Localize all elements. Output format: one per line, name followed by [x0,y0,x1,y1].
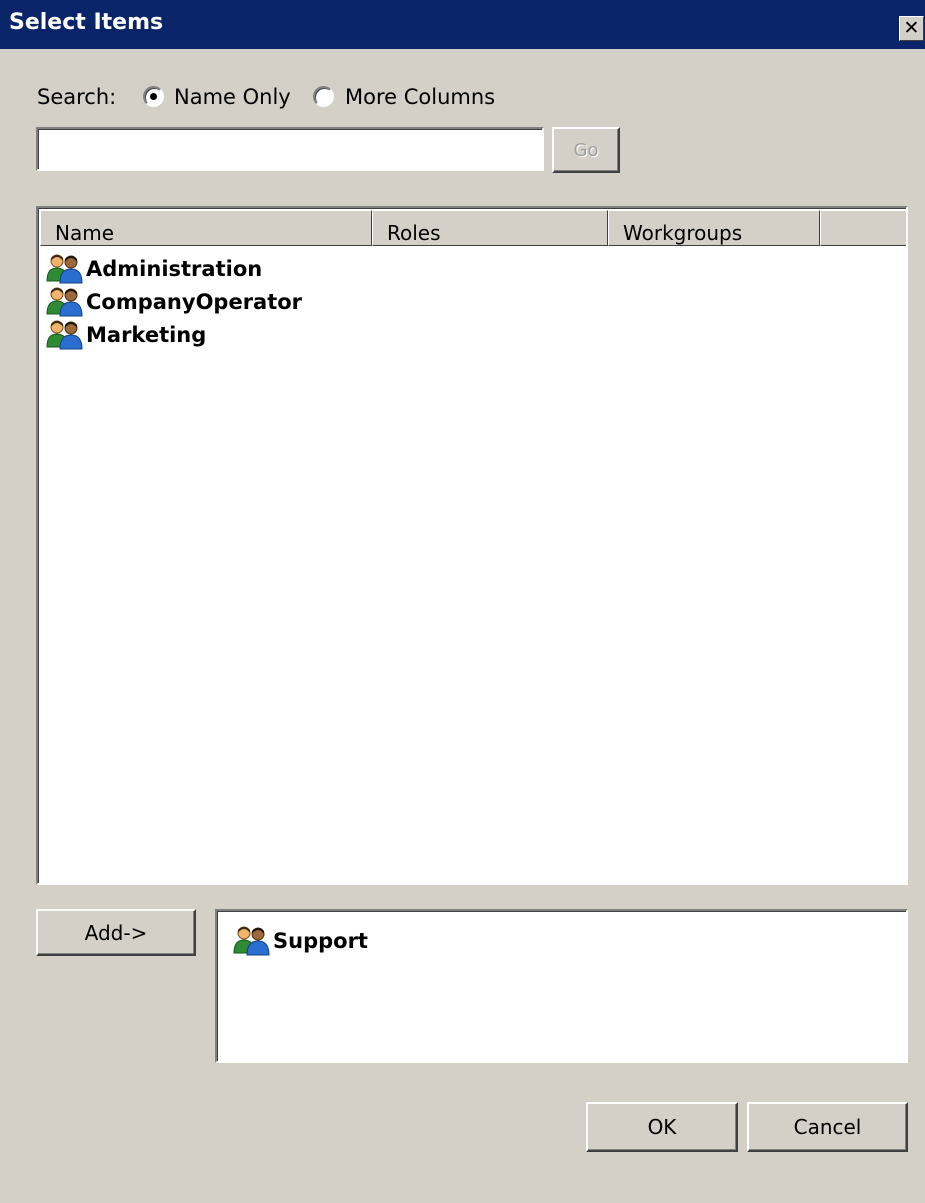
group-icon [46,320,84,350]
list-item-label: Administration [86,257,263,281]
list-item-label: Marketing [86,323,207,347]
more-columns-label[interactable]: More Columns [345,85,495,109]
items-list[interactable]: Name Roles Workgroups Administration Com… [36,206,908,885]
group-icon [46,254,84,284]
window-title: Select Items [9,10,164,35]
search-label: Search: [37,85,117,109]
name-only-radio[interactable] [143,86,164,107]
go-button[interactable]: Go [552,127,620,173]
column-header-extra[interactable] [820,210,906,246]
column-header-workgroups[interactable]: Workgroups [608,210,820,246]
more-columns-radio[interactable] [313,86,334,107]
close-button[interactable]: ✕ [899,16,924,41]
group-icon [233,926,271,956]
add-button[interactable]: Add-> [36,909,196,956]
ok-button[interactable]: OK [586,1102,738,1152]
column-header-name[interactable]: Name [40,210,372,246]
list-item[interactable]: Marketing [46,319,206,351]
close-icon: ✕ [903,17,920,39]
selected-items-list[interactable]: Support [215,909,908,1063]
search-input[interactable] [36,127,544,171]
group-icon [46,287,84,317]
list-item-label: CompanyOperator [86,290,303,314]
list-item[interactable]: CompanyOperator [46,286,302,318]
radio-selected-dot [150,93,157,100]
selected-item-label: Support [273,929,368,953]
selected-item[interactable]: Support [233,925,368,957]
cancel-button[interactable]: Cancel [747,1102,908,1152]
list-header: Name Roles Workgroups [40,210,906,246]
title-bar: Select Items ✕ [0,0,925,49]
name-only-label[interactable]: Name Only [174,85,291,109]
column-header-roles[interactable]: Roles [372,210,608,246]
list-item[interactable]: Administration [46,253,262,285]
